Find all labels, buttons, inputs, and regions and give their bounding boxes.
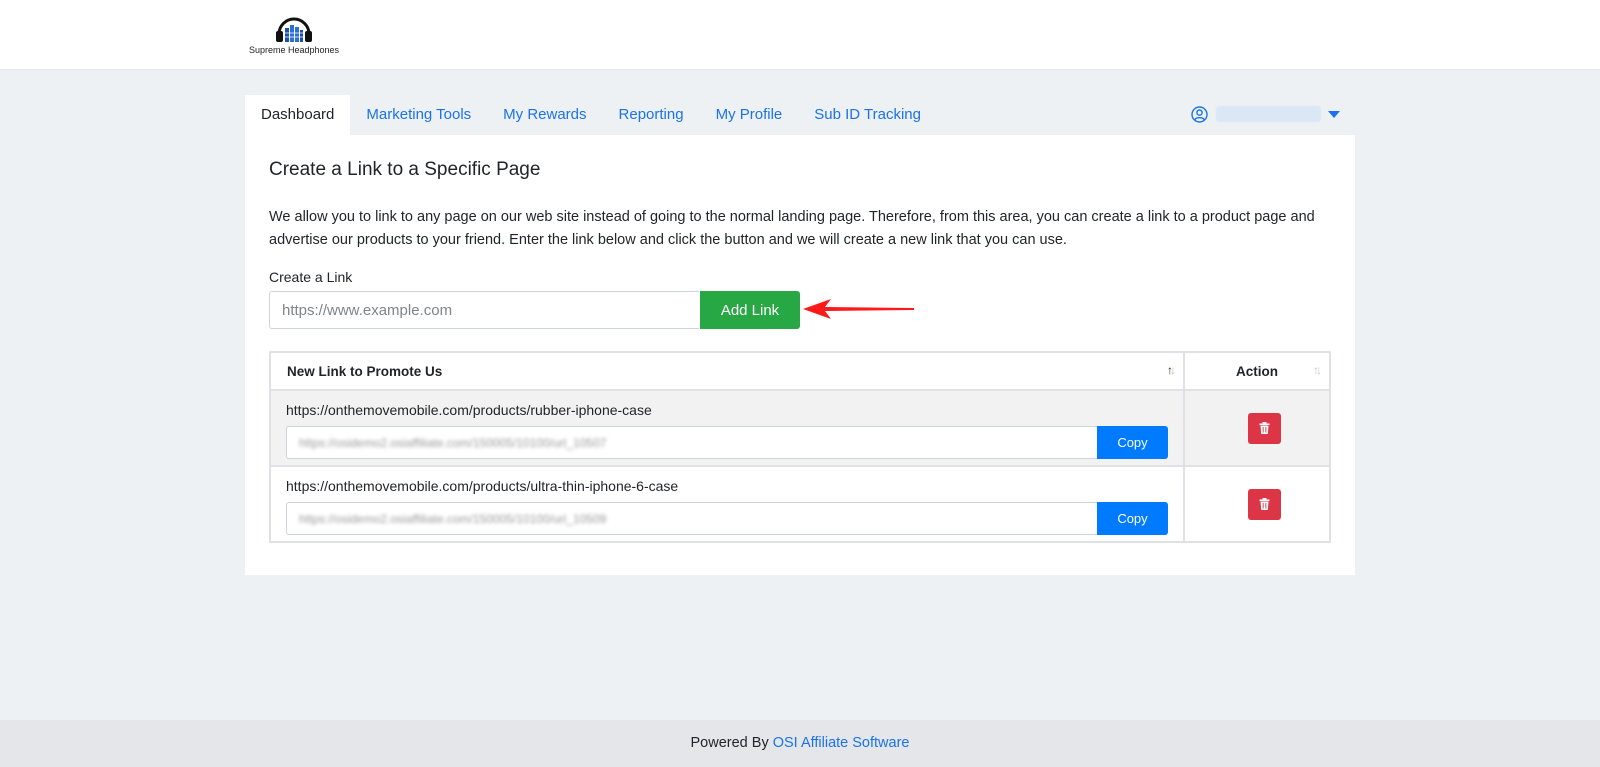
column-header-action[interactable]: Action ↑↓: [1183, 351, 1331, 391]
promo-links-table: New Link to Promote Us ↑↓ Action ↑↓ http…: [269, 351, 1331, 543]
page-footer: Powered By OSI Affiliate Software: [0, 720, 1600, 767]
column-header-action-label: Action: [1236, 363, 1278, 379]
sort-icon: ↑↓: [1167, 363, 1176, 377]
table-row: https://onthemovemobile.com/products/ult…: [269, 465, 1331, 543]
top-header: Supreme Headphones: [0, 0, 1600, 70]
link-cell: https://onthemovemobile.com/products/ult…: [269, 465, 1185, 543]
footer-prefix: Powered By: [690, 735, 773, 751]
column-header-link-label: New Link to Promote Us: [287, 363, 443, 379]
page-title: Create a Link to a Specific Page: [269, 159, 541, 180]
tracking-link-field[interactable]: https://osidemo2.osiaffiliate.com/150005…: [286, 502, 1097, 535]
tracking-link-group: https://osidemo2.osiaffiliate.com/150005…: [286, 502, 1168, 535]
link-url-input[interactable]: [269, 291, 699, 329]
tab-dashboard[interactable]: Dashboard: [245, 95, 351, 135]
table-header-row: New Link to Promote Us ↑↓ Action ↑↓: [269, 351, 1331, 391]
brand-logo[interactable]: Supreme Headphones: [246, 16, 342, 56]
brand-name: Supreme Headphones: [248, 45, 340, 55]
delete-button[interactable]: [1247, 412, 1281, 444]
user-name-redacted: [1216, 106, 1321, 122]
original-url: https://onthemovemobile.com/products/rub…: [286, 402, 652, 418]
tracking-link-group: https://osidemo2.osiaffiliate.com/150005…: [286, 426, 1168, 459]
create-link-label: Create a Link: [269, 269, 353, 285]
trash-icon: [1259, 422, 1269, 434]
tab-reporting[interactable]: Reporting: [603, 95, 700, 135]
tab-my-profile[interactable]: My Profile: [700, 95, 799, 135]
copy-button[interactable]: Copy: [1097, 502, 1168, 535]
action-cell: [1183, 465, 1331, 543]
sort-icon: ↑↓: [1313, 363, 1322, 377]
copy-button[interactable]: Copy: [1097, 426, 1168, 459]
annotation-arrow-icon: [803, 299, 914, 319]
caret-down-icon: [1328, 111, 1340, 118]
page-description: We allow you to link to any page on our …: [269, 209, 1315, 248]
tab-marketing-tools[interactable]: Marketing Tools: [350, 95, 487, 135]
user-circle-icon: [1191, 105, 1208, 123]
tab-sub-id-tracking[interactable]: Sub ID Tracking: [798, 95, 937, 135]
tracking-link-field[interactable]: https://osidemo2.osiaffiliate.com/150005…: [286, 426, 1097, 459]
main-nav-tabs: Dashboard Marketing Tools My Rewards Rep…: [245, 95, 937, 135]
add-link-button[interactable]: Add Link: [700, 291, 800, 329]
create-link-card: Create a Link to a Specific Page We allo…: [245, 135, 1355, 575]
link-cell: https://onthemovemobile.com/products/rub…: [269, 389, 1185, 467]
tracking-link-redacted: https://osidemo2.osiaffiliate.com/150005…: [299, 436, 607, 450]
column-header-link[interactable]: New Link to Promote Us ↑↓: [269, 351, 1185, 391]
original-url: https://onthemovemobile.com/products/ult…: [286, 478, 679, 494]
table-row: https://onthemovemobile.com/products/rub…: [269, 389, 1331, 467]
delete-button[interactable]: [1247, 488, 1281, 520]
action-cell: [1183, 389, 1331, 467]
footer-osi-link[interactable]: OSI Affiliate Software: [773, 735, 910, 751]
tracking-link-redacted: https://osidemo2.osiaffiliate.com/150005…: [299, 512, 607, 526]
trash-icon: [1259, 498, 1269, 510]
headphones-icon: [276, 17, 312, 42]
tab-my-rewards[interactable]: My Rewards: [487, 95, 602, 135]
user-menu-dropdown[interactable]: [1191, 104, 1341, 124]
